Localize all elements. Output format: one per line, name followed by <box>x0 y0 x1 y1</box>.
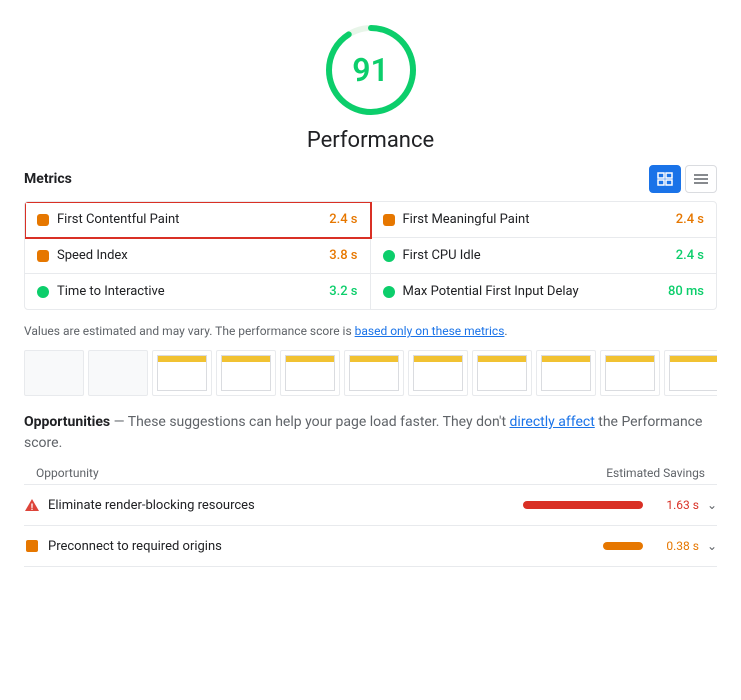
metric-name-fci: First CPU Idle <box>403 248 668 263</box>
metric-fmp: First Meaningful Paint 2.4 s <box>371 202 717 238</box>
square-icon <box>24 538 40 554</box>
metric-value-fmp: 2.4 s <box>676 212 704 227</box>
metric-value-tti: 3.2 s <box>329 284 357 299</box>
metrics-note: Values are estimated and may vary. The p… <box>24 322 717 340</box>
opp-name-render-blocking: Eliminate render-blocking resources <box>48 498 515 513</box>
opp-name-preconnect: Preconnect to required origins <box>48 539 595 554</box>
opp-bar-preconnect <box>603 542 643 550</box>
filmstrip-frame-8 <box>536 350 596 396</box>
metric-dot-mpfid <box>383 286 395 298</box>
opp-savings-render-blocking: 1.63 s <box>651 498 699 512</box>
filmstrip-frame-9 <box>600 350 660 396</box>
metric-value-fcp: 2.4 s <box>329 212 357 227</box>
opportunities-section: Opportunities — These suggestions can he… <box>24 412 717 567</box>
metric-fcp: First Contentful Paint 2.4 s <box>25 202 371 238</box>
opp-bar-container-0: 1.63 s ⌄ <box>523 498 717 512</box>
score-circle: 91 <box>321 20 421 120</box>
opp-item-render-blocking: ! Eliminate render-blocking resources 1.… <box>24 485 717 526</box>
metric-value-fci: 2.4 s <box>676 248 704 263</box>
opportunities-intro: Opportunities — These suggestions can he… <box>24 412 717 454</box>
score-section: 91 Performance <box>24 20 717 153</box>
metric-name-fmp: First Meaningful Paint <box>403 212 668 227</box>
view-toggle <box>649 165 717 193</box>
metric-name-fcp: First Contentful Paint <box>57 212 321 227</box>
metric-name-si: Speed Index <box>57 248 321 263</box>
score-value: 91 <box>352 51 389 89</box>
filmstrip-frame-10 <box>664 350 717 396</box>
metric-value-si: 3.8 s <box>329 248 357 263</box>
svg-text:!: ! <box>31 503 33 513</box>
filmstrip-frame-3 <box>216 350 276 396</box>
filmstrip-frame-2 <box>152 350 212 396</box>
filmstrip-frame-4 <box>280 350 340 396</box>
filmstrip-frame-0 <box>24 350 84 396</box>
metrics-title: Metrics <box>24 171 72 187</box>
filmstrip-frame-1 <box>88 350 148 396</box>
metric-dot-fmp <box>383 214 395 226</box>
opp-col-opportunity: Opportunity <box>36 466 99 480</box>
metrics-grid: First Contentful Paint 2.4 s First Meani… <box>24 201 717 310</box>
metric-dot-si <box>37 250 49 262</box>
metric-dot-fcp <box>37 214 49 226</box>
filmstrip <box>24 350 717 396</box>
chevron-down-icon-1[interactable]: ⌄ <box>707 539 717 553</box>
metrics-header: Metrics <box>24 165 717 193</box>
metric-dot-tti <box>37 286 49 298</box>
filmstrip-frame-7 <box>472 350 532 396</box>
metric-name-tti: Time to Interactive <box>57 284 321 299</box>
warning-icon: ! <box>24 497 40 513</box>
filmstrip-frame-5 <box>344 350 404 396</box>
directly-affect-link[interactable]: directly affect <box>510 414 595 430</box>
opp-item-preconnect: Preconnect to required origins 0.38 s ⌄ <box>24 526 717 567</box>
opp-savings-preconnect: 0.38 s <box>651 539 699 553</box>
metrics-link[interactable]: based only on these metrics <box>355 324 505 338</box>
performance-label: Performance <box>307 128 434 153</box>
opp-table-header: Opportunity Estimated Savings <box>24 462 717 485</box>
chevron-down-icon-0[interactable]: ⌄ <box>707 498 717 512</box>
opp-bar-container-1: 0.38 s ⌄ <box>603 539 717 553</box>
metric-value-mpfid: 80 ms <box>668 284 704 299</box>
filmstrip-frame-6 <box>408 350 468 396</box>
metric-mpfid: Max Potential First Input Delay 80 ms <box>371 274 717 309</box>
metrics-section: Metrics First Conte <box>24 165 717 310</box>
metric-fci: First CPU Idle 2.4 s <box>371 238 717 274</box>
list-view-button[interactable] <box>685 165 717 193</box>
metric-tti: Time to Interactive 3.2 s <box>25 274 371 309</box>
metric-dot-fci <box>383 250 395 262</box>
opp-col-savings: Estimated Savings <box>606 466 705 480</box>
metric-name-mpfid: Max Potential First Input Delay <box>403 284 660 299</box>
metric-si: Speed Index 3.8 s <box>25 238 371 274</box>
opp-bar-render-blocking <box>523 501 643 509</box>
grid-view-button[interactable] <box>649 165 681 193</box>
